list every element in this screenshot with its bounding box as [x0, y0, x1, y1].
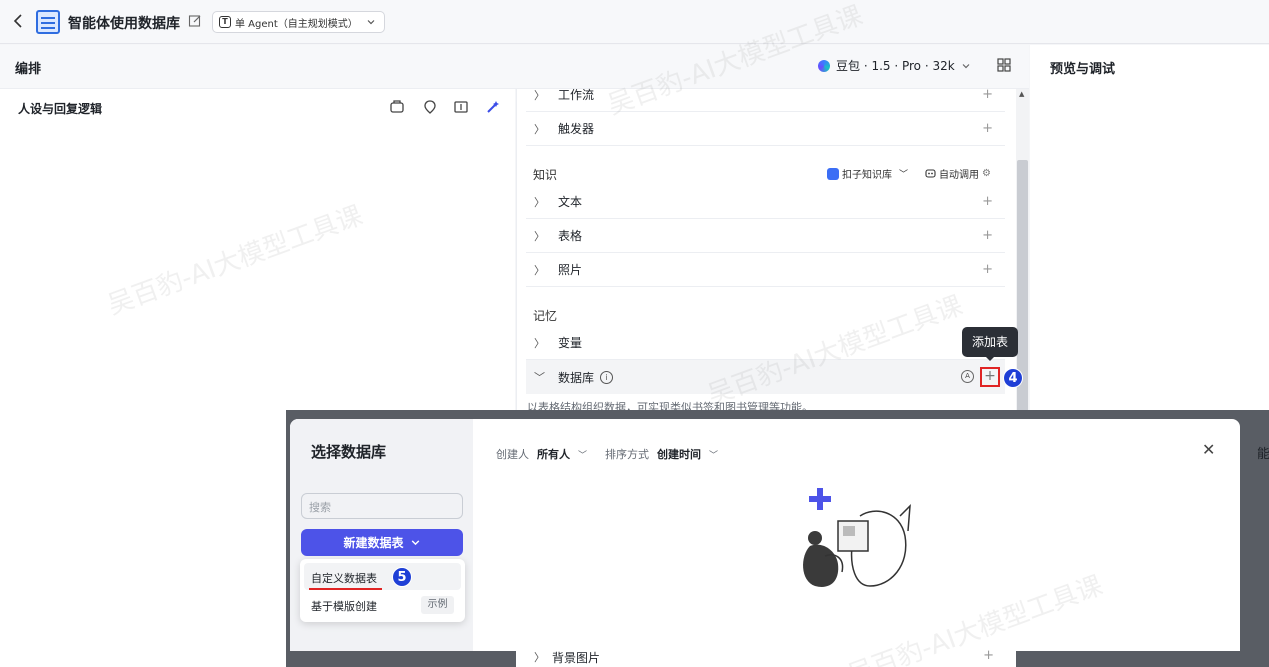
empty-state-illustration: [790, 486, 920, 596]
menu-item-template[interactable]: 基于模版创建: [311, 598, 377, 614]
sort-label: 排序方式: [605, 448, 650, 461]
agent-mode-icon: T: [219, 16, 231, 28]
skill-label: 照片: [558, 263, 583, 277]
memory-section-title: 记忆: [533, 309, 558, 323]
skill-row-table[interactable]: 〉 表格 +: [526, 219, 1005, 253]
skill-row-background-image[interactable]: 〉 背景图片 +: [516, 648, 1016, 667]
app-database-icon: [36, 10, 60, 34]
skill-label: 表格: [558, 229, 583, 243]
agent-mode-select[interactable]: T 单 Agent（自主规划模式）: [212, 11, 385, 33]
persona-title: 人设与回复逻辑: [18, 102, 103, 116]
preview-title: 预览与调试: [1050, 62, 1116, 77]
skill-row-text[interactable]: 〉 文本 +: [526, 185, 1005, 219]
chevron-right-icon: 〉: [534, 88, 545, 102]
add-table-tooltip: 添加表: [962, 327, 1018, 357]
agent-mode-label: 单 Agent（自主规划模式）: [235, 18, 358, 30]
back-chevron-icon[interactable]: [10, 12, 28, 30]
optimize-icon[interactable]: [422, 99, 438, 115]
chevron-right-icon: 〉: [534, 122, 545, 136]
skill-row-workflow[interactable]: 〉 工作流 +: [526, 78, 1005, 112]
chevron-right-icon: 〉: [534, 263, 545, 277]
tooltip-arrow: [985, 356, 995, 361]
coze-kb-icon: [827, 167, 839, 180]
new-table-button[interactable]: 新建数据表: [301, 529, 463, 556]
skill-label: 工作流: [558, 88, 595, 102]
chevron-down-icon: ﹀: [578, 450, 588, 461]
chevron-down-icon: ﹀: [899, 170, 909, 180]
add-icon[interactable]: +: [982, 121, 993, 136]
scroll-up-arrow-icon[interactable]: ▲: [1019, 90, 1024, 98]
example-tag[interactable]: 示例: [421, 596, 454, 614]
step-badge-5: 5: [392, 567, 412, 587]
kb-source-label: 扣子知识库: [842, 170, 892, 181]
robot-icon: [925, 168, 936, 179]
grid-settings-icon[interactable]: [997, 58, 1011, 72]
skill-label: 文本: [558, 195, 583, 209]
filter-bar: 创建人 所有人 ﹀ 排序方式 创建时间 ﹀: [496, 446, 718, 462]
custom-table-label: 自定义数据表: [311, 572, 377, 585]
knowledge-source-select[interactable]: 扣子知识库 ﹀: [827, 166, 908, 181]
skill-label: 变量: [558, 336, 583, 350]
magic-wand-icon[interactable]: [485, 99, 501, 115]
skill-label: 触发器: [558, 122, 595, 136]
sort-filter[interactable]: 创建时间: [657, 446, 701, 462]
close-icon[interactable]: ✕: [1202, 440, 1215, 459]
add-table-button[interactable]: +: [980, 367, 1000, 387]
step-badge-4: 4: [1003, 368, 1023, 388]
chevron-down-icon: [961, 61, 971, 71]
skill-row-trigger[interactable]: 〉 触发器 +: [526, 112, 1005, 146]
creator-label: 创建人: [496, 448, 529, 461]
info-icon[interactable]: i: [600, 370, 614, 384]
auto-call-setting[interactable]: 自动调用 ⚙: [925, 166, 991, 181]
chevron-down-icon: [410, 537, 421, 548]
model-label: 豆包 · 1.5 · Pro · 32k: [836, 59, 955, 73]
add-icon[interactable]: +: [982, 228, 993, 243]
highlight-underline: [309, 588, 382, 590]
knowledge-section-title: 知识: [533, 168, 558, 182]
brackets-icon[interactable]: [453, 99, 469, 115]
skill-row-photo[interactable]: 〉 照片 +: [526, 253, 1005, 287]
add-icon[interactable]: +: [982, 194, 993, 209]
skill-label: 数据库: [558, 370, 595, 385]
add-icon[interactable]: +: [982, 262, 993, 277]
chevron-right-icon: 〉: [534, 336, 545, 350]
model-select[interactable]: 豆包 · 1.5 · Pro · 32k: [818, 57, 971, 74]
skill-label: 背景图片: [552, 651, 601, 665]
chevron-right-icon: 〉: [534, 229, 545, 243]
creator-filter[interactable]: 所有人: [537, 446, 570, 462]
gear-icon: ⚙: [982, 168, 991, 179]
new-table-label: 新建数据表: [343, 536, 404, 550]
auto-call-label: 自动调用: [939, 170, 979, 181]
template-icon[interactable]: [389, 99, 405, 115]
modal-title: 选择数据库: [311, 443, 387, 461]
chevron-down-icon: [366, 17, 376, 27]
chevron-right-icon: 〉: [534, 651, 545, 664]
preview-peek-text: 能: [1257, 447, 1269, 462]
search-input[interactable]: 搜索: [301, 493, 463, 519]
add-icon[interactable]: +: [982, 87, 993, 102]
add-icon[interactable]: +: [983, 648, 994, 663]
skill-row-variables[interactable]: 〉 变量: [526, 326, 1005, 360]
auto-mode-icon[interactable]: A: [961, 370, 974, 383]
arrange-title: 编排: [15, 62, 42, 77]
agent-title: 智能体使用数据库: [68, 16, 180, 32]
chevron-right-icon: 〉: [534, 195, 545, 209]
doubao-logo-icon: [818, 59, 830, 72]
chevron-down-icon: ﹀: [534, 371, 545, 384]
skill-row-database[interactable]: ﹀ 数据库 i: [526, 360, 1005, 394]
edit-icon[interactable]: [188, 14, 202, 28]
chevron-down-icon: ﹀: [709, 450, 719, 461]
